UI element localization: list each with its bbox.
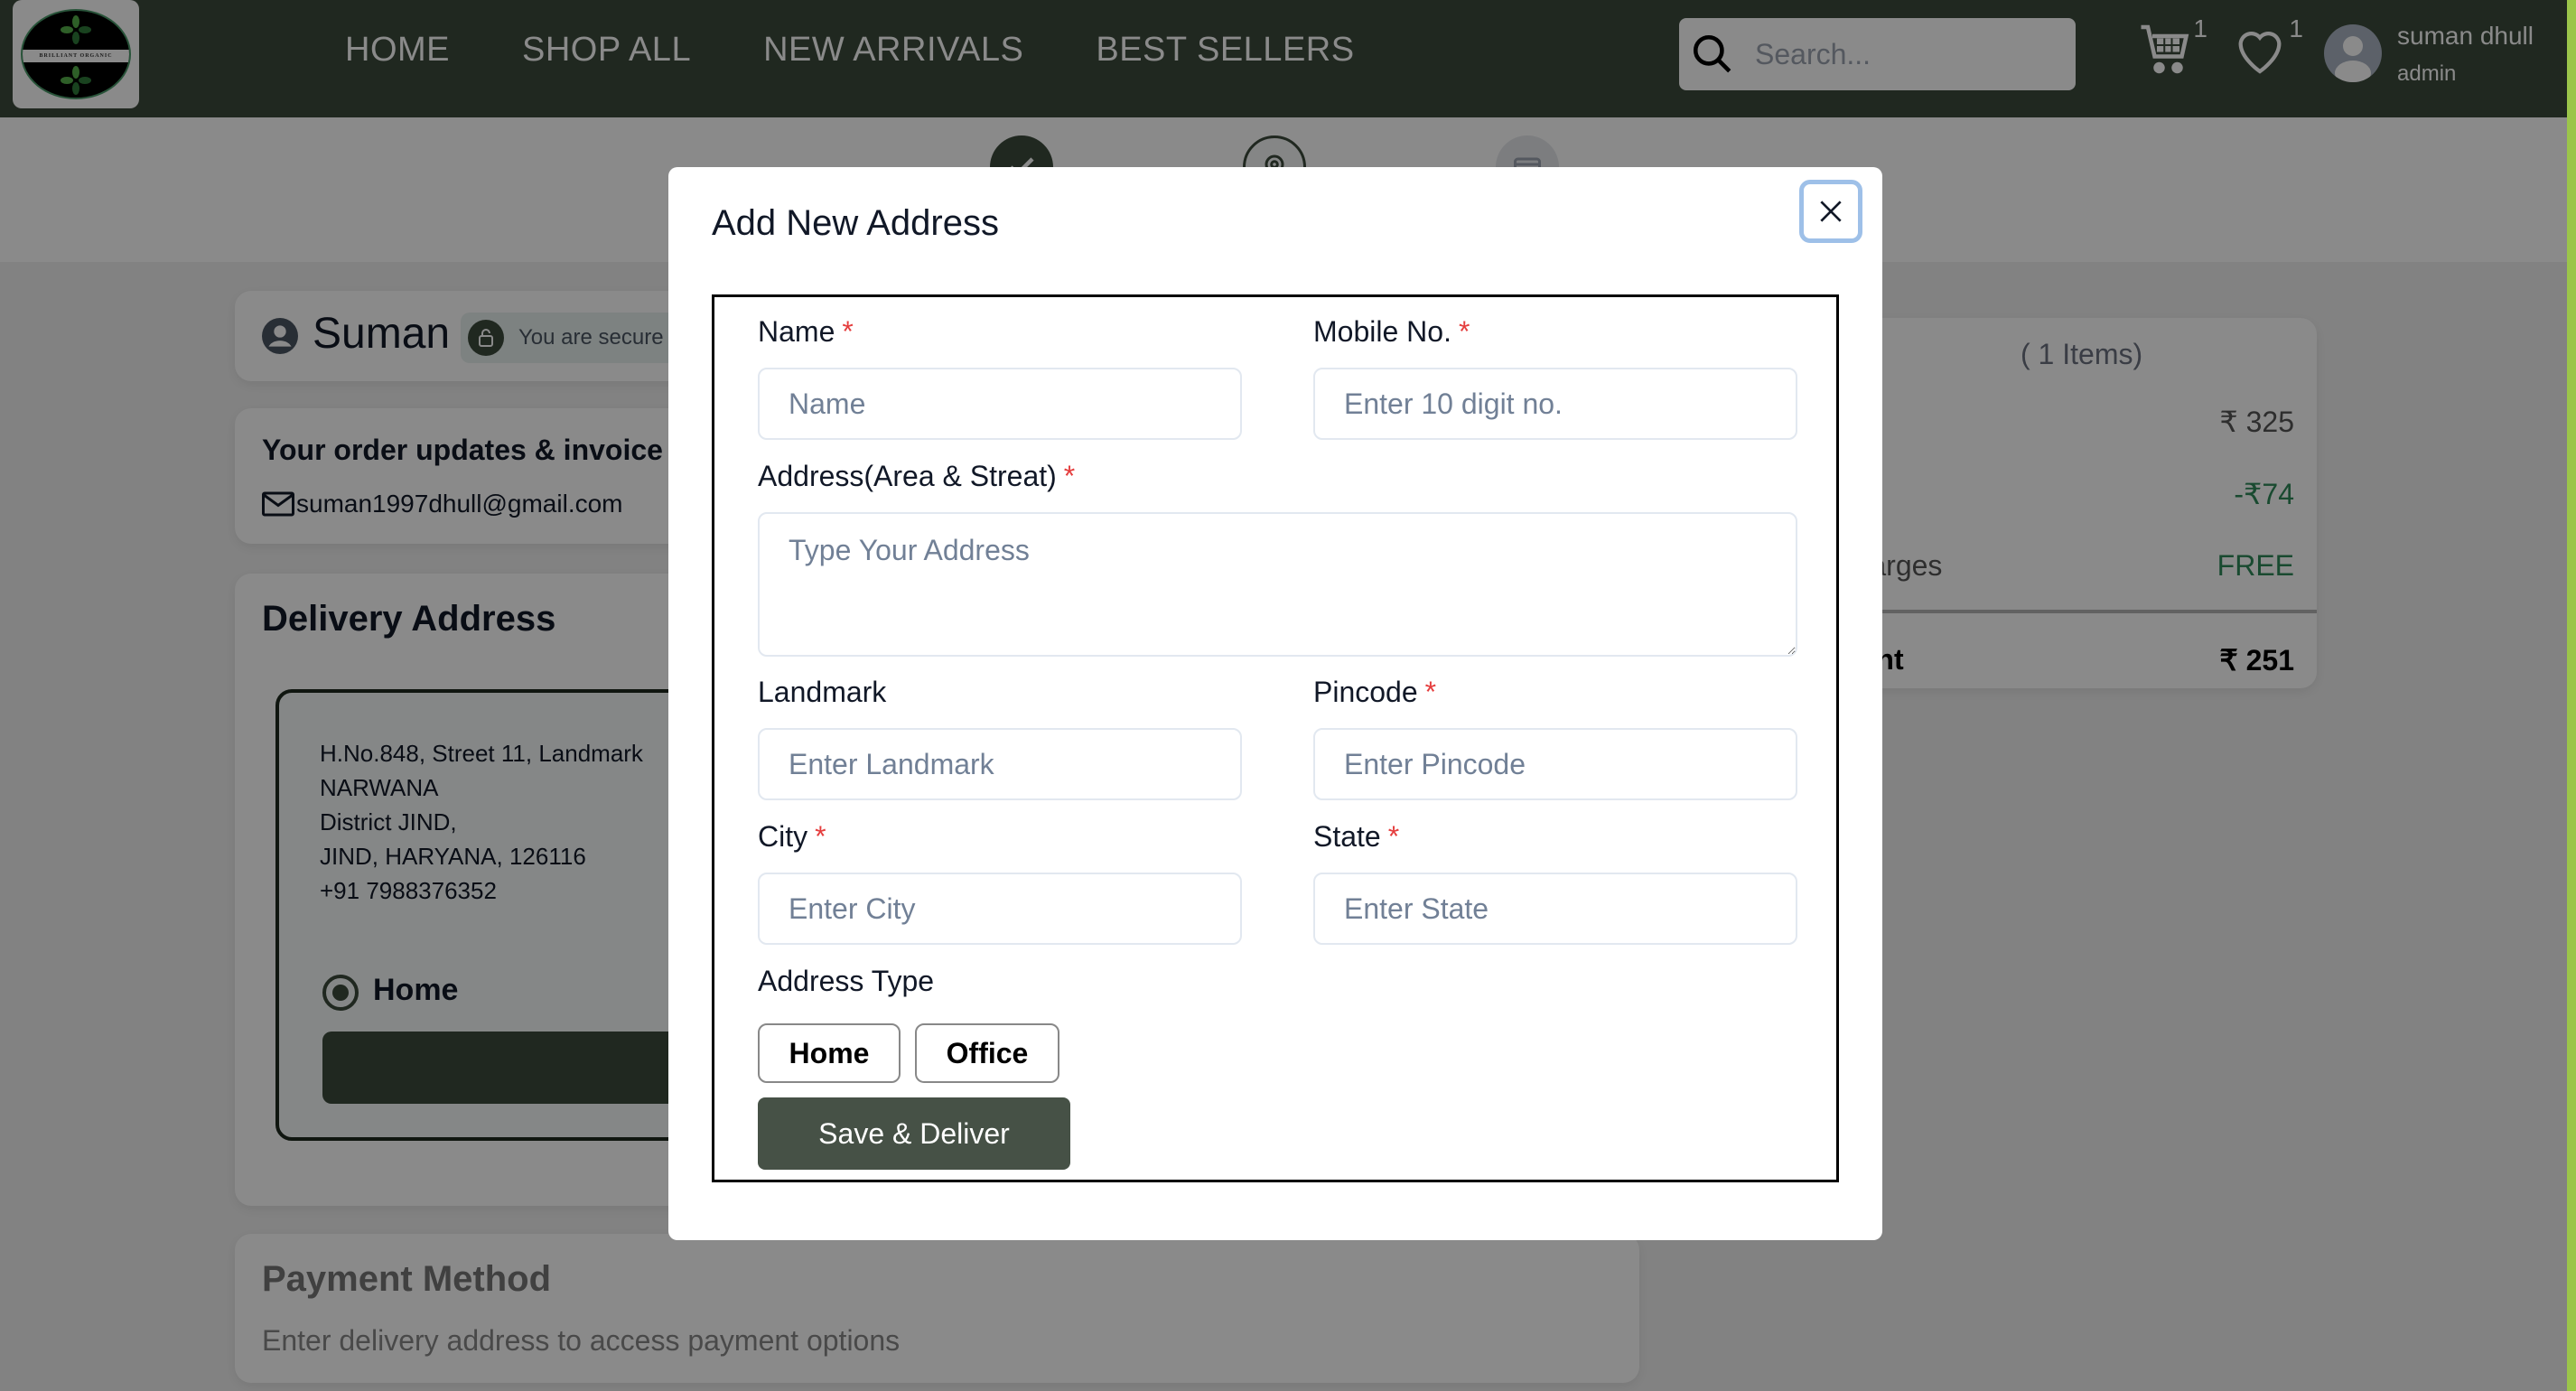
address-type-office-button[interactable]: Office	[915, 1023, 1059, 1083]
address-type-label: Address Type	[758, 965, 935, 997]
required-marker: *	[1387, 820, 1400, 853]
pincode-field[interactable]	[1313, 728, 1797, 800]
close-icon	[1820, 201, 1842, 222]
mobile-label: Mobile No. *	[1313, 315, 1470, 348]
required-marker: *	[815, 820, 826, 853]
required-marker: *	[1458, 315, 1470, 348]
pincode-label: Pincode *	[1313, 676, 1437, 708]
required-marker: *	[1063, 460, 1076, 492]
address-textarea[interactable]	[758, 512, 1797, 657]
address-label: Address(Area & Streat) *	[758, 460, 1076, 492]
address-form: Name* Mobile No.* Address(Area & Streat)…	[712, 294, 1839, 1182]
required-marker: *	[842, 315, 854, 348]
city-field[interactable]	[758, 873, 1242, 945]
required-marker: *	[1424, 676, 1437, 708]
close-button[interactable]	[1799, 180, 1862, 243]
address-type-home-button[interactable]: Home	[758, 1023, 901, 1083]
name-label: Name *	[758, 315, 854, 348]
mobile-field[interactable]	[1313, 368, 1797, 440]
save-and-deliver-button[interactable]: Save & Deliver	[758, 1097, 1070, 1170]
name-field[interactable]	[758, 368, 1242, 440]
state-label: State *	[1313, 820, 1400, 853]
modal-title: Add New Address	[712, 203, 999, 243]
page-scrollbar[interactable]	[2567, 0, 2576, 1391]
state-field[interactable]	[1313, 873, 1797, 945]
city-label: City *	[758, 820, 826, 853]
landmark-field[interactable]	[758, 728, 1242, 800]
add-address-modal: Add New Address Name* Mobile No.* Addres…	[668, 167, 1882, 1240]
landmark-label: Landmark	[758, 676, 887, 708]
